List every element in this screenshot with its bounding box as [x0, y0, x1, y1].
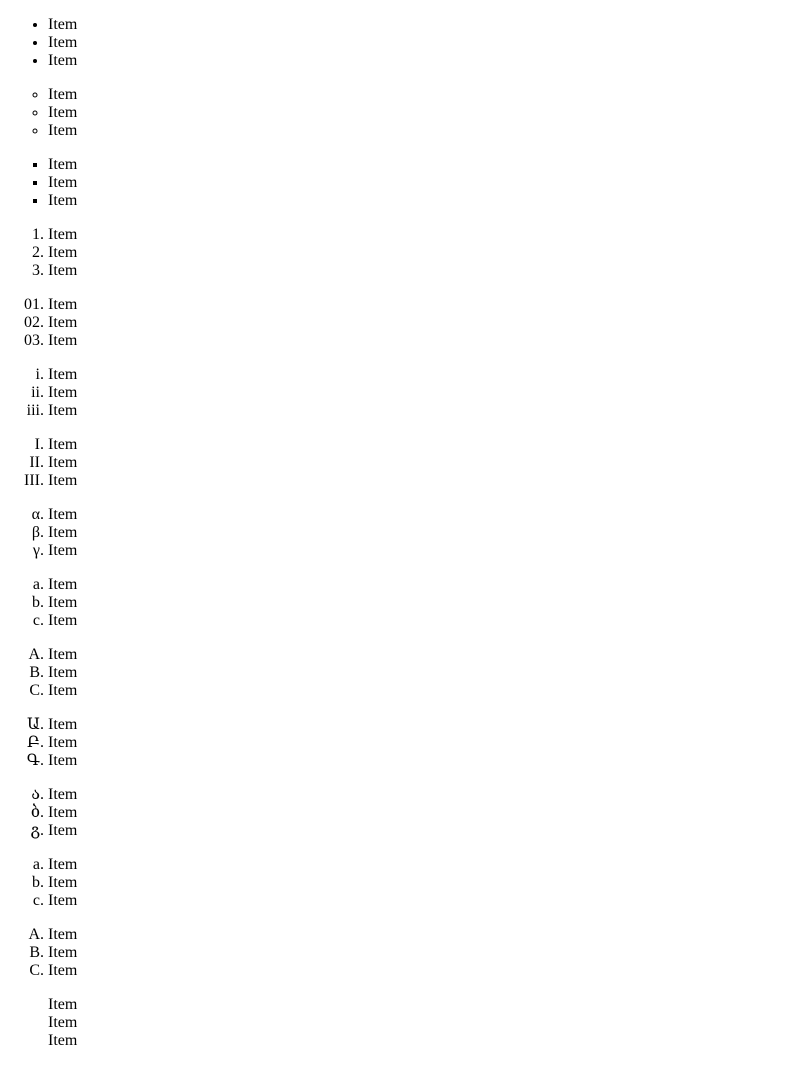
list-item: Item	[48, 34, 792, 52]
list-item: Item	[48, 454, 792, 472]
list-none: Item Item Item	[8, 996, 792, 1050]
list-upper-roman: ItemItemItem	[8, 436, 792, 490]
list-item: Item	[48, 156, 792, 174]
list-item: Item	[48, 296, 792, 314]
list-item: Item	[48, 402, 792, 420]
list-item: Item	[48, 594, 792, 612]
list-item: Item	[48, 664, 792, 682]
list-lower-roman: ItemItemItem	[8, 366, 792, 420]
list-item: Item	[48, 314, 792, 332]
list-item: Item	[48, 682, 792, 700]
list-item: Item	[48, 52, 792, 70]
list-item: Item	[48, 506, 792, 524]
list-lower-latin: ItemItemItem	[8, 856, 792, 910]
list-lower-greek: ItemItemItem	[8, 506, 792, 560]
list-item: Item	[48, 436, 792, 454]
list-decimal: ItemItemItem	[8, 226, 792, 280]
list-item: Item	[48, 996, 78, 1013]
list-item: Item	[48, 612, 792, 630]
list-disc: ItemItemItem	[8, 16, 792, 70]
list-item: Item	[48, 192, 792, 210]
list-decimal-leading-zero: ItemItemItem	[8, 296, 792, 350]
list-item: Item	[48, 734, 792, 752]
list-item: Item	[48, 892, 792, 910]
list-item: Item	[48, 332, 792, 350]
list-upper-alpha: ItemItemItem	[8, 646, 792, 700]
list-item: Item	[48, 104, 792, 122]
list-item: Item	[48, 1032, 78, 1049]
list-item: Item	[48, 874, 792, 892]
list-item: Item	[48, 786, 792, 804]
list-item: Item	[48, 122, 792, 140]
list-upper-latin: ItemItemItem	[8, 926, 792, 980]
list-item: Item	[48, 804, 792, 822]
list-item: Item	[48, 262, 792, 280]
list-item: Item	[48, 962, 792, 980]
list-item: Item	[48, 856, 792, 874]
list-item: Item	[48, 384, 792, 402]
list-item: Item	[48, 524, 792, 542]
list-item: Item	[48, 244, 792, 262]
list-item: Item	[48, 716, 792, 734]
list-item: Item	[48, 86, 792, 104]
list-item: Item	[48, 542, 792, 560]
list-square: ItemItemItem	[8, 156, 792, 210]
list-georgian: ItemItemItem	[8, 786, 792, 840]
list-item: Item	[48, 822, 792, 840]
list-lower-alpha: ItemItemItem	[8, 576, 792, 630]
list-item: Item	[48, 576, 792, 594]
list-item: Item	[48, 944, 792, 962]
list-armenian: ItemItemItem	[8, 716, 792, 770]
list-item: Item	[48, 226, 792, 244]
list-item: Item	[48, 16, 792, 34]
list-item: Item	[48, 926, 792, 944]
list-circle: ItemItemItem	[8, 86, 792, 140]
list-item: Item	[48, 366, 792, 384]
list-item: Item	[48, 472, 792, 490]
page-body: { "document": { "title": "List Style Typ…	[8, 16, 792, 1050]
list-item: Item	[48, 1014, 78, 1031]
list-collection: ItemItemItemItemItemItemItemItemItemItem…	[8, 16, 792, 1050]
list-item: Item	[48, 646, 792, 664]
list-item: Item	[48, 174, 792, 192]
list-item: Item	[48, 752, 792, 770]
